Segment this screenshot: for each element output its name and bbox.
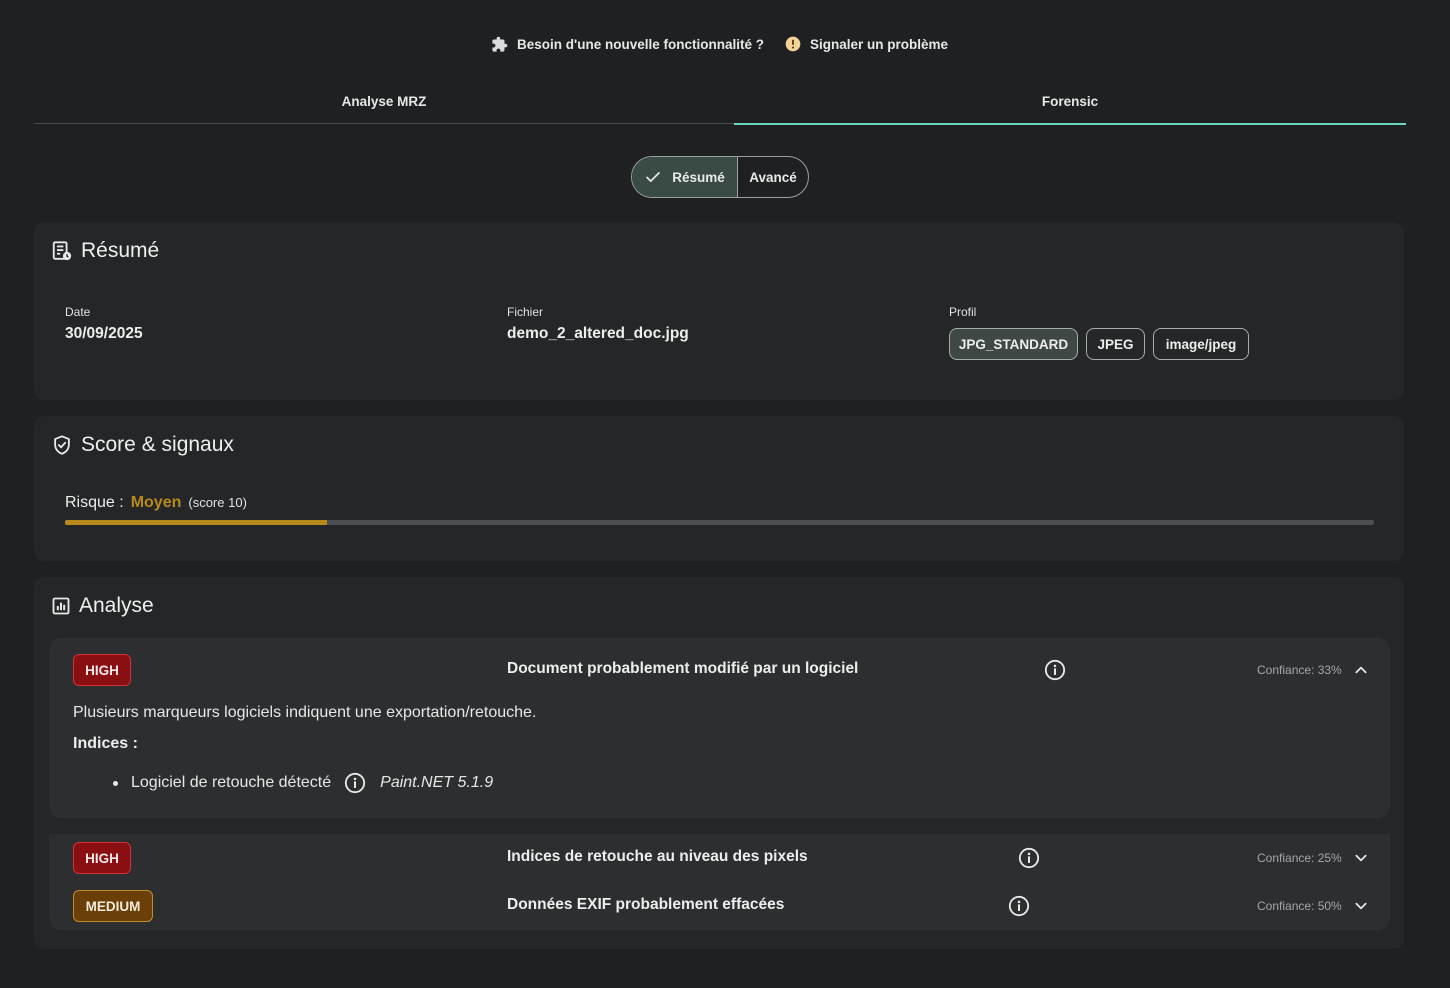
indice-value: Paint.NET 5.1.9 — [380, 774, 494, 791]
toggle-label: Avancé — [749, 169, 797, 185]
confidence-2: Confiance: 25% — [1257, 851, 1342, 865]
chevron-down-icon[interactable] — [1353, 898, 1369, 914]
score-card: Score & signaux — [34, 416, 1404, 561]
view-toggle: Résumé Avancé — [631, 156, 809, 198]
risk-row: Risque : Moyen (score 10) — [65, 494, 247, 512]
feature-request-link[interactable]: Besoin d'une nouvelle fonctionnalité ? — [491, 36, 764, 53]
finding-title-3[interactable]: Données EXIF probablement effacées — [507, 896, 784, 914]
score-title-text: Score & signaux — [81, 433, 234, 456]
info-icon[interactable] — [344, 772, 366, 794]
risk-progress-bar — [65, 520, 1374, 525]
risk-score: (score 10) — [188, 495, 247, 510]
analysis-title-text: Analyse — [79, 594, 154, 617]
summary-title-text: Résumé — [81, 239, 160, 262]
date-value: 30/09/2025 — [65, 325, 143, 342]
indice-item: Logiciel de retouche détecté Paint.NET 5… — [113, 772, 493, 794]
tab-forensic[interactable]: Forensic — [734, 78, 1406, 125]
check-icon — [646, 172, 661, 182]
feature-request-label: Besoin d'une nouvelle fonctionnalité ? — [517, 37, 764, 52]
file-label: Fichier — [507, 305, 544, 319]
info-icon[interactable] — [1018, 847, 1040, 869]
toggle-resume[interactable]: Résumé — [632, 157, 738, 197]
tab-analyse-mrz[interactable]: Analyse MRZ — [34, 78, 734, 124]
toggle-avance[interactable]: Avancé — [738, 157, 808, 197]
finding-title-2[interactable]: Indices de retouche au niveau des pixels — [507, 848, 808, 866]
severity-badge-high: HIGH — [73, 842, 131, 874]
indice-label: Logiciel de retouche détecté — [131, 774, 332, 791]
summary-card: Résumé — [34, 222, 1404, 400]
chart-box-icon — [52, 597, 70, 615]
chevron-down-icon[interactable] — [1353, 850, 1369, 866]
confidence-1: Confiance: 33% — [1257, 663, 1342, 677]
summary-icon — [52, 241, 72, 261]
bullet-dot — [113, 780, 118, 786]
profile-label: Profil — [949, 305, 977, 319]
severity-badge-high: HIGH — [73, 654, 131, 686]
profile-chip-jpeg[interactable]: JPEG — [1086, 328, 1145, 360]
risk-level: Moyen — [130, 494, 182, 511]
info-icon[interactable] — [1008, 895, 1030, 917]
profile-chip-mime[interactable]: image/jpeg — [1153, 328, 1249, 360]
profile-chip-jpg-standard[interactable]: JPG_STANDARD — [949, 328, 1078, 360]
puzzle-icon — [492, 36, 508, 52]
info-icon[interactable] — [1044, 659, 1066, 681]
toggle-label: Résumé — [672, 169, 725, 185]
risk-label: Risque : — [65, 494, 124, 511]
report-problem-link[interactable]: Signaler un problème — [785, 36, 948, 52]
finding-description-1: Plusieurs marqueurs logiciels indiquent … — [73, 704, 537, 721]
alert-circle-icon — [785, 36, 801, 52]
confidence-3: Confiance: 50% — [1257, 899, 1342, 913]
severity-badge-medium: MEDIUM — [73, 890, 153, 922]
shield-check-icon — [54, 435, 70, 455]
main-tabs: Analyse MRZ Forensic — [34, 78, 1406, 125]
report-problem-label: Signaler un problème — [810, 36, 949, 52]
tab-label: Analyse MRZ — [341, 93, 427, 109]
chevron-up-icon[interactable] — [1353, 662, 1369, 678]
risk-progress-fill — [65, 520, 327, 525]
finding-title-1[interactable]: Document probablement modifié par un log… — [507, 660, 858, 678]
indices-label: Indices : — [73, 735, 138, 752]
score-title: Score & signaux — [51, 433, 234, 457]
tab-label: Forensic — [1041, 93, 1099, 109]
summary-title: Résumé — [51, 239, 159, 263]
date-label: Date — [65, 305, 91, 319]
file-value: demo_2_altered_doc.jpg — [507, 325, 689, 342]
analysis-title: Analyse — [51, 594, 154, 618]
